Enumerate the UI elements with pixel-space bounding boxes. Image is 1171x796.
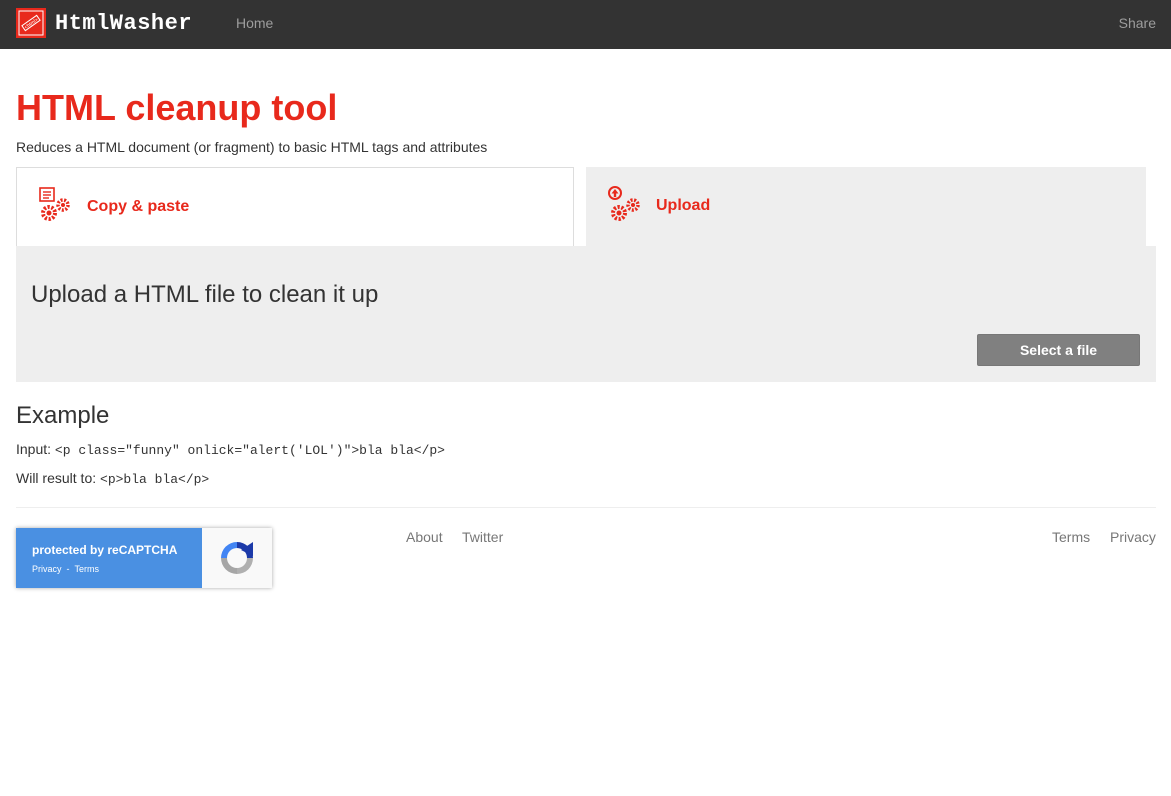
recaptcha-privacy-link[interactable]: Privacy [32, 564, 62, 574]
footer-terms-link[interactable]: Terms [1052, 529, 1090, 545]
brand-name[interactable]: HtmlWasher [55, 11, 192, 36]
upload-panel: Upload a HTML file to clean it up Select… [16, 246, 1156, 382]
tab-upload-label: Upload [656, 197, 711, 214]
example-result-line: Will result to: <p>bla bla</p> [16, 470, 209, 487]
footer-privacy-link[interactable]: Privacy [1110, 529, 1156, 545]
recaptcha-badge[interactable]: protected by reCAPTCHA Privacy - Terms [16, 528, 272, 588]
recaptcha-text: protected by reCAPTCHA [32, 543, 178, 557]
upload-gears-icon [608, 186, 640, 221]
page-subtitle: Reduces a HTML document (or fragment) to… [16, 139, 488, 155]
tab-copy-paste-label: Copy & paste [87, 198, 190, 215]
recaptcha-links: Privacy - Terms [32, 564, 104, 574]
page-title: HTML cleanup tool [16, 87, 338, 128]
recaptcha-terms-link[interactable]: Terms [75, 564, 100, 574]
nav-home-link[interactable]: Home [236, 15, 273, 31]
footer-about-link[interactable]: About [406, 529, 443, 545]
select-file-button[interactable]: Select a file [977, 334, 1140, 366]
tab-copy-paste[interactable]: Copy & paste [16, 167, 574, 247]
example-heading: Example [16, 402, 110, 429]
recaptcha-logo-icon [202, 528, 272, 588]
htmlwasher-logo-icon[interactable]: <html> [16, 8, 46, 38]
example-input-label: Input: [16, 441, 55, 457]
recaptcha-separator: - [66, 564, 70, 574]
svg-text:<html>: <html> [24, 17, 40, 31]
nav-share-link[interactable]: Share [1119, 15, 1156, 31]
footer-twitter-link[interactable]: Twitter [462, 529, 503, 545]
tab-upload[interactable]: Upload [586, 167, 1146, 247]
footer-divider [16, 507, 1156, 508]
example-input-code: <p class="funny" onlick="alert('LOL')">b… [54, 443, 445, 458]
example-input-line: Input: <p class="funny" onlick="alert('L… [16, 441, 445, 458]
upload-heading: Upload a HTML file to clean it up [31, 281, 379, 308]
top-navbar: <html> HtmlWasher Home Share [0, 0, 1171, 49]
example-result-code: <p>bla bla</p> [100, 472, 210, 487]
example-result-label: Will result to: [16, 470, 101, 486]
document-gears-icon [39, 187, 70, 221]
